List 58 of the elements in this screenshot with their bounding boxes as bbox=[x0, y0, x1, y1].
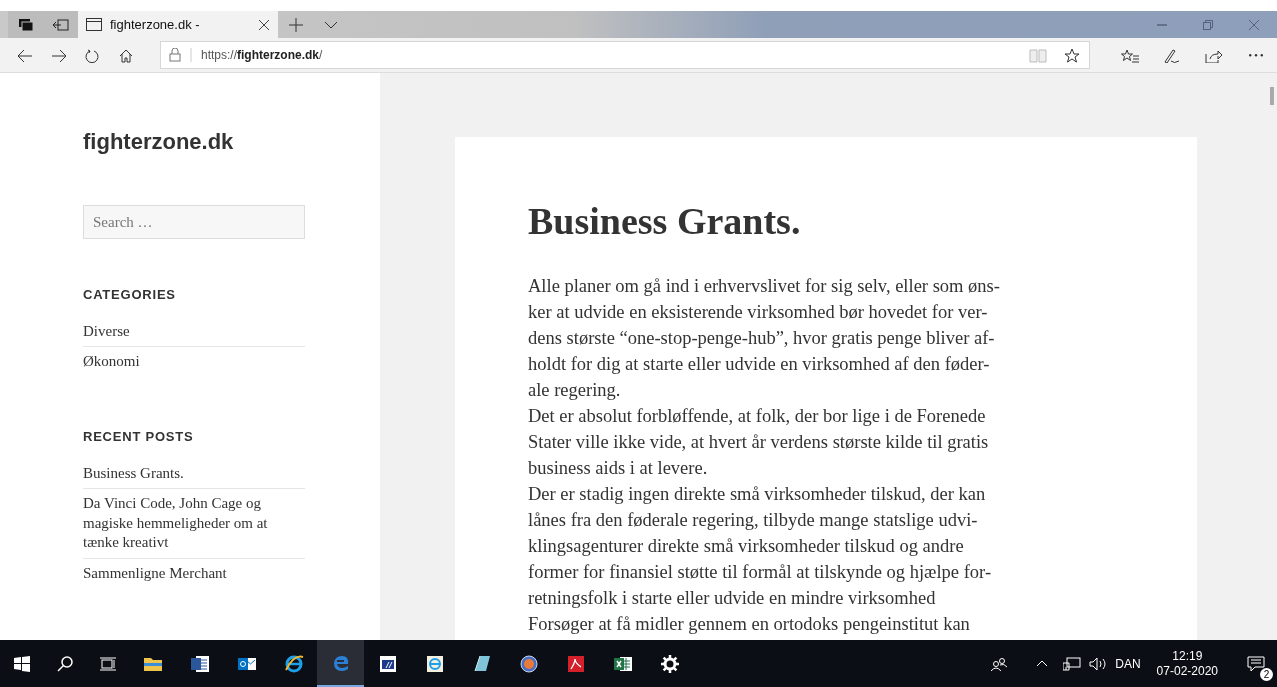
lock-icon bbox=[169, 48, 193, 62]
document-icon bbox=[189, 653, 210, 674]
people-icon bbox=[990, 656, 1007, 671]
shape-icon bbox=[471, 653, 492, 674]
clock-time[interactable]: 12:19 bbox=[1172, 648, 1203, 664]
close-icon[interactable] bbox=[258, 18, 270, 31]
page-icon bbox=[86, 18, 102, 31]
article-paragraph: Der er stadig ingen direkte små virksomheder tilskud, der kan lånes fra den føderale regering, tilbyde mange statslige udvi- klingsagenturer direkte små virksomheder tilskud og andre former for finansiel støtte til formål at tilskynde og hjælpe for- retningsfolk i starte eller udvide en mindre virksomhed bbox=[528, 482, 993, 610]
gear-icon bbox=[659, 653, 680, 674]
article-paragraph: Det er absolut forbløffende, at folk, der bor lige i de Forenede Stater ville ikke vide, at hvert år verdens største kilde til gratis business aids i at levere. bbox=[528, 404, 990, 480]
arrow-right-icon bbox=[51, 48, 67, 63]
document-icon bbox=[565, 653, 586, 674]
restore-icon bbox=[1203, 20, 1213, 31]
search-field[interactable]: Search … bbox=[83, 205, 305, 240]
notification-count: 2 bbox=[1260, 668, 1273, 681]
action-center-button[interactable]: 2 bbox=[1234, 640, 1277, 687]
home-icon bbox=[119, 48, 135, 63]
article-paragraph: Forsøger at få midler gennem en ortodoks pengeinstitut kan bbox=[528, 612, 971, 636]
tabs-icon bbox=[18, 19, 33, 32]
notification-icon bbox=[1246, 655, 1265, 672]
url-field[interactable]: https://fighterzone.dk/ bbox=[201, 46, 323, 64]
chevron-up-icon bbox=[1035, 660, 1048, 667]
star-icon bbox=[1064, 47, 1080, 64]
more-icon bbox=[1249, 54, 1263, 58]
site-title[interactable]: fighterzone.dk bbox=[83, 129, 305, 156]
sidebar-link[interactable]: Økonomi bbox=[83, 347, 305, 377]
book-icon bbox=[1029, 48, 1047, 63]
tab-title: fighterzone.dk - bbox=[110, 15, 201, 34]
windows-icon bbox=[13, 655, 30, 672]
widget-heading: CATEGORIES bbox=[83, 287, 177, 303]
chevron-down-icon bbox=[323, 21, 338, 30]
arrow-left-icon bbox=[17, 48, 33, 63]
tab-preview-button[interactable] bbox=[8, 11, 43, 38]
refresh-icon bbox=[85, 48, 101, 63]
volume-icon[interactable] bbox=[1089, 656, 1108, 671]
browser-tab[interactable]: fighterzone.dk - bbox=[78, 11, 278, 38]
pen-icon bbox=[1163, 48, 1181, 63]
close-icon bbox=[1249, 20, 1259, 31]
article-title: Business Grants. bbox=[528, 199, 802, 244]
sidebar-link[interactable]: Da Vinci Code, John Cage og magiske hemmeligheder om at tænke kreativt bbox=[83, 489, 305, 559]
language-indicator[interactable]: DAN bbox=[1115, 654, 1141, 673]
sidebar-link[interactable]: Business Grants. bbox=[83, 458, 305, 490]
window-icon bbox=[424, 653, 445, 674]
plus-icon bbox=[288, 18, 303, 33]
sidebar-link[interactable]: Diverse bbox=[83, 317, 305, 348]
share-icon bbox=[1205, 48, 1223, 63]
widget-heading: RECENT POSTS bbox=[83, 429, 195, 445]
clock-date[interactable]: 07-02-2020 bbox=[1156, 663, 1218, 679]
article-paragraph: Alle planer om gå ind i erhvervslivet for sig selv, eller som øns- ker at udvide en eksisterende virksomhed bør hovedet for ver- dens største “one-stop-penge-hub”, hvor gratis penge bliver af- holdt for dig at starte eller udvide en virksomhed af den føder- ale regering. bbox=[528, 274, 1001, 402]
search-icon bbox=[56, 655, 73, 672]
sidebar-link[interactable]: Sammenligne Merchant bbox=[83, 558, 305, 589]
circle-logo-icon bbox=[518, 653, 539, 674]
task-view-icon bbox=[99, 656, 116, 671]
tabs-aside-icon bbox=[52, 19, 69, 32]
window-icon bbox=[377, 653, 398, 674]
network-icon[interactable] bbox=[1063, 656, 1082, 671]
scrollbar-thumb[interactable] bbox=[1270, 87, 1274, 105]
star-list-icon bbox=[1121, 48, 1139, 63]
